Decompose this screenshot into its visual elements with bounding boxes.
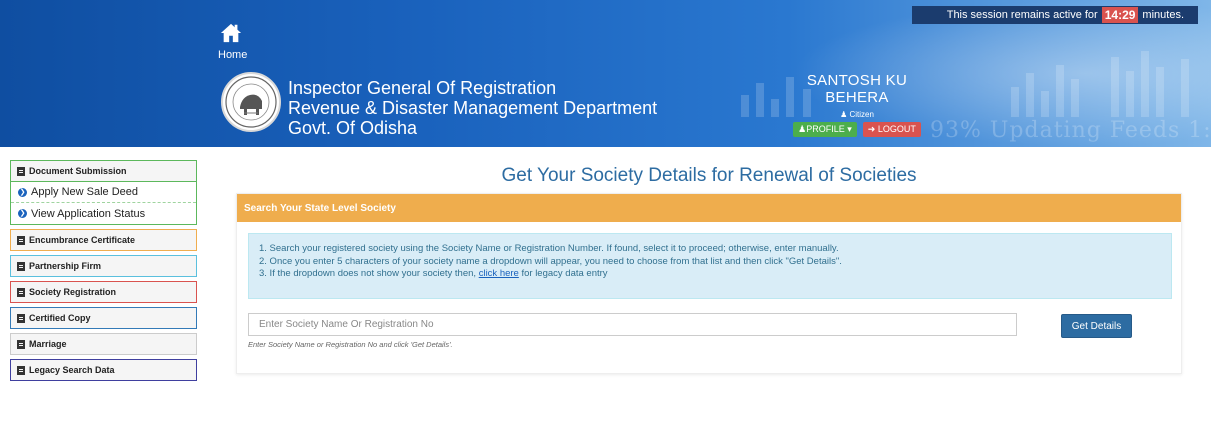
menu-item-marriage[interactable]: Marriage [10, 333, 197, 355]
profile-label: PROFILE [806, 124, 845, 134]
instruction-line-2: 2. Once you enter 5 characters of your s… [259, 255, 842, 267]
file-icon [17, 339, 25, 349]
menu-group-legacy-search-data: Legacy Search Data [10, 359, 197, 381]
submenu-document-submission: ❯ Apply New Sale Deed ❯ View Application… [10, 182, 197, 225]
home-link[interactable]: Home [218, 22, 258, 61]
society-search-panel: Search Your State Level Society 1. Searc… [236, 193, 1182, 374]
logout-button[interactable]: ➜ LOGOUT [862, 122, 921, 137]
session-time-remaining: 14:29 [1101, 7, 1139, 23]
submenu-label: Apply New Sale Deed [31, 186, 139, 198]
home-icon [220, 23, 242, 43]
instruction-line-1: 1. Search your registered society using … [259, 243, 839, 254]
menu-label: Marriage [29, 339, 67, 349]
instruction-line-3: 3. If the dropdown does not show your so… [259, 268, 1161, 281]
circle-arrow-right-icon: ❯ [18, 209, 27, 218]
menu-item-society-registration[interactable]: Society Registration [10, 281, 197, 303]
menu-item-partnership-firm[interactable]: Partnership Firm [10, 255, 197, 277]
sign-out-icon: ➜ [867, 124, 876, 134]
session-prefix: This session remains active for [946, 9, 1098, 21]
circle-arrow-right-icon: ❯ [18, 187, 27, 197]
users-icon: ♟ [798, 124, 807, 134]
instructions-box: 1. Search your registered society using … [248, 233, 1172, 299]
menu-item-legacy-search-data[interactable]: Legacy Search Data [10, 359, 197, 381]
society-search-input[interactable]: Enter Society Name Or Registration No [248, 313, 1017, 336]
org-line-3: Govt. Of Odisha [288, 118, 418, 138]
menu-group-certified-copy: Certified Copy [10, 307, 197, 329]
caret-down-icon: ▾ [847, 124, 852, 134]
menu-label: Document Submission [29, 166, 127, 176]
org-line-2: Revenue & Disaster Management Department [288, 98, 658, 118]
user-role: ♟ Citizen [782, 110, 932, 119]
sidebar-menu: Document Submission ❯ Apply New Sale Dee… [10, 160, 197, 385]
user-actions: ♟PROFILE ▾ ➜ LOGOUT [782, 122, 932, 137]
menu-label: Legacy Search Data [29, 365, 115, 375]
get-details-button[interactable]: Get Details [1061, 314, 1132, 338]
instruction-line-3-prefix: 3. If the dropdown does not show your so… [259, 268, 477, 279]
submenu-item-view-application-status[interactable]: ❯ View Application Status [11, 203, 196, 224]
menu-item-encumbrance-certificate[interactable]: Encumbrance Certificate [10, 229, 197, 251]
profile-button[interactable]: ♟PROFILE ▾ [793, 122, 857, 137]
menu-group-encumbrance-certificate: Encumbrance Certificate [10, 229, 197, 251]
menu-item-certified-copy[interactable]: Certified Copy [10, 307, 197, 329]
file-icon [17, 235, 25, 245]
menu-label: Society Registration [29, 287, 117, 297]
header-watermark: 93% Updating Feeds 1:25 PM 01A [930, 118, 1211, 143]
menu-label: Certified Copy [29, 313, 91, 323]
file-icon [17, 365, 25, 375]
user-role-label: Citizen [849, 110, 874, 119]
menu-label: Partnership Firm [29, 261, 102, 271]
organization-name: Inspector General Of Registration Revenu… [288, 78, 657, 138]
menu-group-marriage: Marriage [10, 333, 197, 355]
page-title: Get Your Society Details for Renewal of … [501, 165, 917, 186]
logout-label: LOGOUT [877, 124, 916, 134]
session-suffix: minutes. [1142, 9, 1184, 21]
search-help-text: Enter Society Name or Registration No an… [248, 340, 453, 349]
emblem-icon [225, 76, 277, 128]
panel-title: Search Your State Level Society [237, 194, 1181, 222]
menu-group-document-submission: Document Submission ❯ Apply New Sale Dee… [10, 160, 197, 225]
user-name: SANTOSH KU BEHERA [806, 72, 908, 106]
file-icon [17, 166, 25, 176]
odisha-emblem-logo [221, 72, 281, 132]
submenu-label: View Application Status [31, 207, 146, 220]
instruction-line-3-suffix: for legacy data entry [521, 268, 608, 279]
org-line-1: Inspector General Of Registration [288, 78, 557, 98]
menu-group-society-registration: Society Registration [10, 281, 197, 303]
menu-group-partnership-firm: Partnership Firm [10, 255, 197, 277]
user-info: SANTOSH KU BEHERA ♟ Citizen ♟PROFILE ▾ ➜… [782, 72, 932, 137]
site-header: 93% Updating Feeds 1:25 PM 01A This sess… [0, 0, 1211, 147]
menu-item-document-submission[interactable]: Document Submission [10, 160, 197, 182]
file-icon [17, 313, 25, 323]
file-icon [17, 287, 25, 297]
legacy-entry-link[interactable]: click here [479, 268, 519, 279]
menu-label: Encumbrance Certificate [29, 235, 136, 245]
home-label: Home [218, 49, 248, 61]
file-icon [17, 261, 25, 271]
session-timer-bar: This session remains active for 14:29 mi… [912, 6, 1198, 24]
user-icon: ♟ [840, 110, 848, 119]
submenu-item-apply-new-sale-deed[interactable]: ❯ Apply New Sale Deed [11, 182, 196, 203]
